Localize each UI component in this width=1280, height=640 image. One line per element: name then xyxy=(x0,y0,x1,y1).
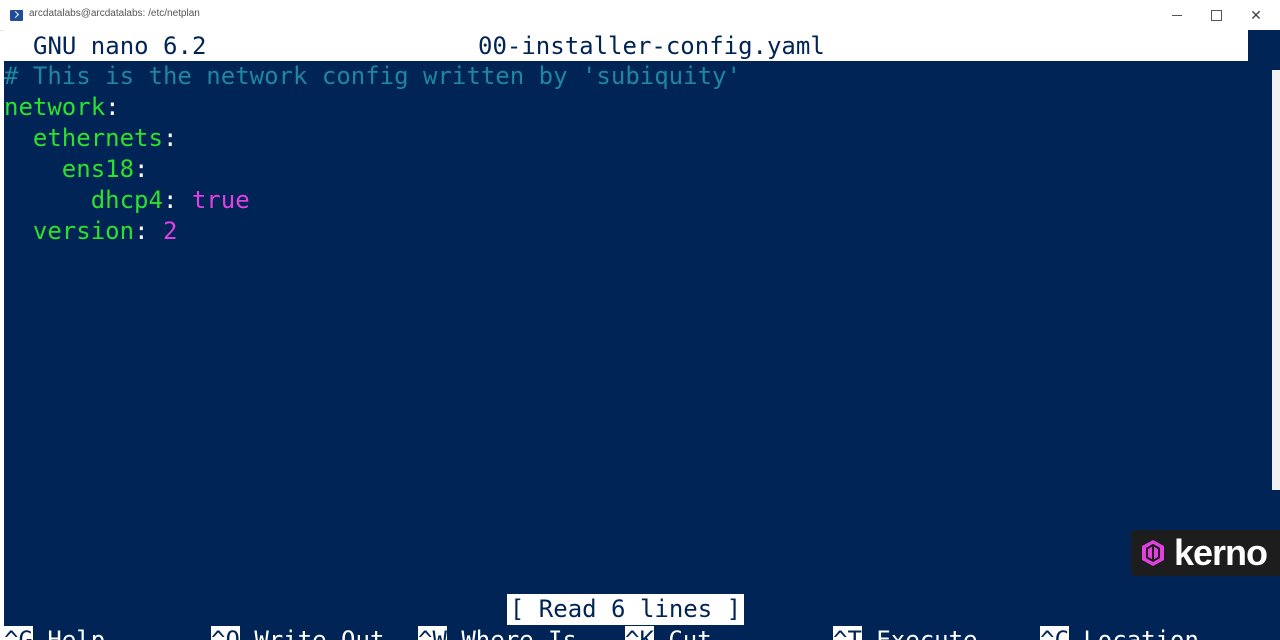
yaml-key: version xyxy=(32,217,135,245)
terminal-area[interactable]: GNU nano 6.2 00-installer-config.yaml # … xyxy=(4,30,1248,640)
nano-version: GNU nano 6.2 xyxy=(33,32,207,60)
yaml-indent xyxy=(4,155,62,183)
comment-text: # This is the network config written by … xyxy=(4,62,741,90)
editor-line[interactable]: ethernets: xyxy=(4,123,178,154)
shortcut-label: Cut xyxy=(668,626,712,640)
editor-line[interactable]: dhcp4: true xyxy=(4,185,250,216)
yaml-separator: : xyxy=(162,124,178,152)
shortcut-key: ^K xyxy=(625,626,654,640)
yaml-separator: : xyxy=(134,155,149,183)
window-title-bar: arcdatalabs@arcdatalabs: /etc/netplan ✕ xyxy=(0,0,1280,31)
yaml-key: ens18 xyxy=(61,155,135,183)
maximize-icon xyxy=(1210,9,1222,21)
kerno-wordmark: kerno xyxy=(1174,532,1268,573)
editor-line[interactable]: ens18: xyxy=(4,154,149,185)
yaml-value: 2 xyxy=(162,217,178,245)
close-button[interactable]: ✕ xyxy=(1236,4,1276,26)
yaml-indent xyxy=(4,186,91,214)
kerno-watermark: kerno xyxy=(1131,530,1280,576)
shortcut-label: Execute xyxy=(876,626,978,640)
shortcut-key: ^T xyxy=(833,626,862,640)
shortcut-write-out[interactable]: ^O Write Out xyxy=(211,626,384,640)
yaml-key: ethernets xyxy=(32,124,163,152)
window-title: arcdatalabs@arcdatalabs: /etc/netplan xyxy=(29,8,200,19)
maximize-button[interactable] xyxy=(1196,4,1236,26)
status-message: [ Read 6 lines ] xyxy=(507,594,744,625)
kerno-logo-icon xyxy=(1142,540,1164,566)
editor-line[interactable]: # This is the network config written by … xyxy=(4,61,741,92)
nano-header: GNU nano 6.2 00-installer-config.yaml xyxy=(4,30,1248,61)
shortcut-label: Location xyxy=(1083,626,1199,640)
yaml-separator: : xyxy=(105,93,120,121)
shortcut-cut[interactable]: ^K Cut xyxy=(625,626,712,640)
shortcut-key: ^W xyxy=(418,626,447,640)
shortcut-key: ^G xyxy=(4,626,33,640)
yaml-key: network xyxy=(4,93,106,121)
shortcut-where-is[interactable]: ^W Where Is xyxy=(418,626,577,640)
file-name: 00-installer-config.yaml xyxy=(478,32,825,60)
scrollbar-track[interactable] xyxy=(1272,70,1280,490)
shortcut-key: ^O xyxy=(211,626,240,640)
shortcut-label: Help xyxy=(47,626,106,640)
yaml-separator: : xyxy=(134,217,163,245)
close-icon: ✕ xyxy=(1250,6,1262,23)
yaml-indent xyxy=(4,217,33,245)
shortcut-bar: ^G Help ^O Write Out ^W Where Is ^K Cut … xyxy=(4,626,1248,640)
minimize-button[interactable] xyxy=(1157,4,1197,26)
powershell-icon xyxy=(10,10,23,21)
yaml-separator: : xyxy=(162,186,192,214)
yaml-key: dhcp4 xyxy=(90,186,163,214)
editor-line[interactable]: network: xyxy=(4,92,120,123)
shortcut-execute[interactable]: ^T Execute xyxy=(833,626,978,640)
yaml-indent xyxy=(4,124,33,152)
shortcut-label: Write Out xyxy=(254,626,385,640)
yaml-value: true xyxy=(191,186,250,214)
minimize-icon xyxy=(1172,14,1182,16)
shortcut-key: ^C xyxy=(1040,626,1069,640)
shortcut-location[interactable]: ^C Location xyxy=(1040,626,1199,640)
shortcut-label: Where Is xyxy=(461,626,577,640)
editor-line[interactable]: version: 2 xyxy=(4,216,178,247)
shortcut-help[interactable]: ^G Help xyxy=(4,626,105,640)
